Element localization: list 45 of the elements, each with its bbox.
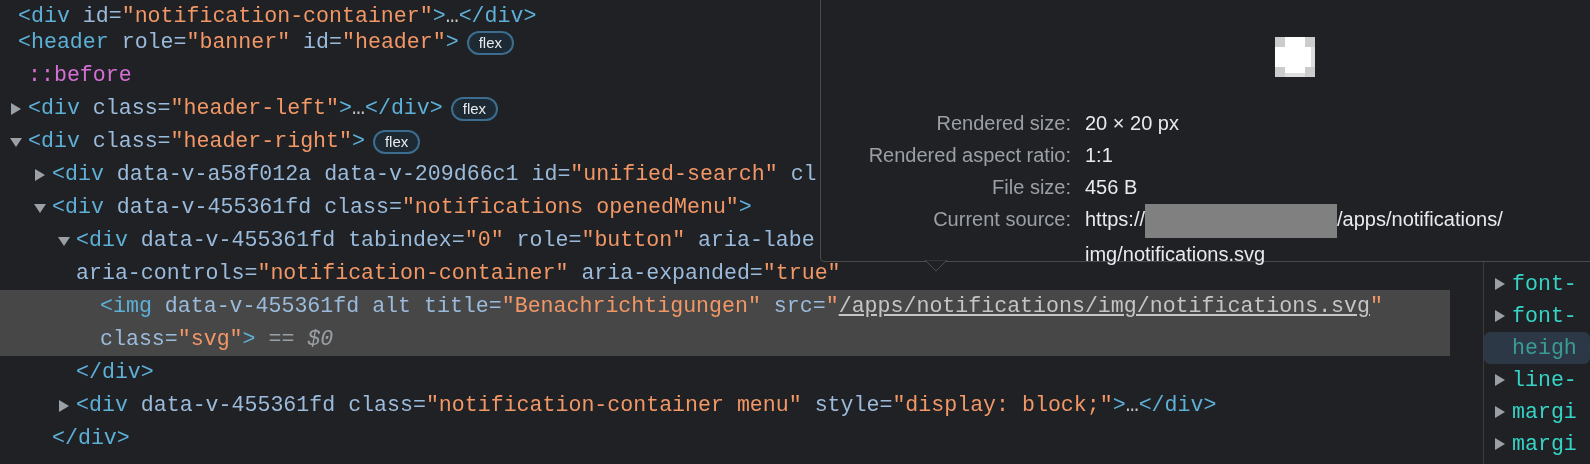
info-value: /apps/notifications/: [1337, 208, 1503, 230]
expand-arrow-icon[interactable]: [10, 101, 22, 116]
code-line: <div class="header-left">…</div>: [28, 95, 443, 123]
info-value: 1:1: [1085, 144, 1113, 166]
info-label: Rendered size:: [935, 111, 1071, 136]
property-row-highlight[interactable]: heigh: [1484, 332, 1590, 364]
flex-badge[interactable]: flex: [450, 96, 499, 121]
code-line: <div class="header-right">: [28, 128, 365, 156]
selected-node-highlight[interactable]: <img data-v-455361fd alt title="Benachrichtigungen" src="/apps/notifications/img/notifications.svg" class="svg"> == $0: [0, 290, 1450, 356]
expand-arrow-icon[interactable]: [1494, 309, 1506, 323]
property-name[interactable]: heigh: [1512, 331, 1577, 365]
code-line: class="svg"> == $0: [100, 326, 334, 354]
code-line: </div>: [76, 359, 154, 387]
expand-arrow-icon[interactable]: [1494, 277, 1506, 291]
code-line: </div>: [52, 425, 130, 453]
expand-arrow-icon[interactable]: [1494, 405, 1506, 419]
info-value: 456 B: [1085, 176, 1138, 198]
code-line: <header role="banner" id="header">: [18, 29, 459, 57]
image-thumbnail: [1275, 37, 1315, 77]
code-line: <div data-v-a58f012a data-v-209d66c1 id="unified-search" cl: [52, 161, 817, 189]
info-label: Current source:: [932, 207, 1071, 232]
expand-arrow-icon[interactable]: [58, 398, 70, 413]
expand-arrow-icon[interactable]: [34, 167, 46, 182]
property-name[interactable]: line-: [1512, 363, 1577, 397]
code-line: <div data-v-455361fd tabindex="0" role="button" aria-labe: [76, 227, 815, 255]
expand-arrow-icon[interactable]: [1494, 437, 1506, 451]
flex-badge[interactable]: flex: [466, 30, 514, 55]
property-name[interactable]: font-: [1512, 267, 1577, 301]
code-line: <div id="notification-container">…</div>: [18, 3, 537, 30]
code-line: aria-controls="notification-container" aria-expanded="true": [76, 260, 841, 288]
property-name[interactable]: margi: [1512, 427, 1577, 461]
info-label: File size:: [991, 175, 1071, 200]
expand-arrow-icon[interactable]: [1494, 373, 1506, 387]
info-label: Rendered aspect ratio:: [867, 143, 1071, 168]
flex-badge[interactable]: flex: [372, 129, 421, 154]
code-line: <div data-v-455361fd class="notification-container menu" style="display: block;">…</div>: [76, 392, 1217, 420]
property-name[interactable]: margi: [1512, 395, 1577, 429]
code-line: <img data-v-455361fd alt title="Benachrichtigungen" src="/apps/notifications/img/notifications.svg": [100, 293, 1383, 321]
source-link[interactable]: /apps/notifications/img/notifications.svg: [838, 294, 1370, 319]
code-line: ::before: [28, 62, 132, 90]
property-name[interactable]: font-: [1512, 299, 1577, 333]
info-value: https://: [1085, 208, 1146, 230]
info-value: 20 × 20 px: [1085, 112, 1179, 134]
info-value: img/notifications.svg: [1085, 241, 1267, 267]
code-line: <div data-v-455361fd class="notifications openedMenu">: [52, 194, 752, 222]
